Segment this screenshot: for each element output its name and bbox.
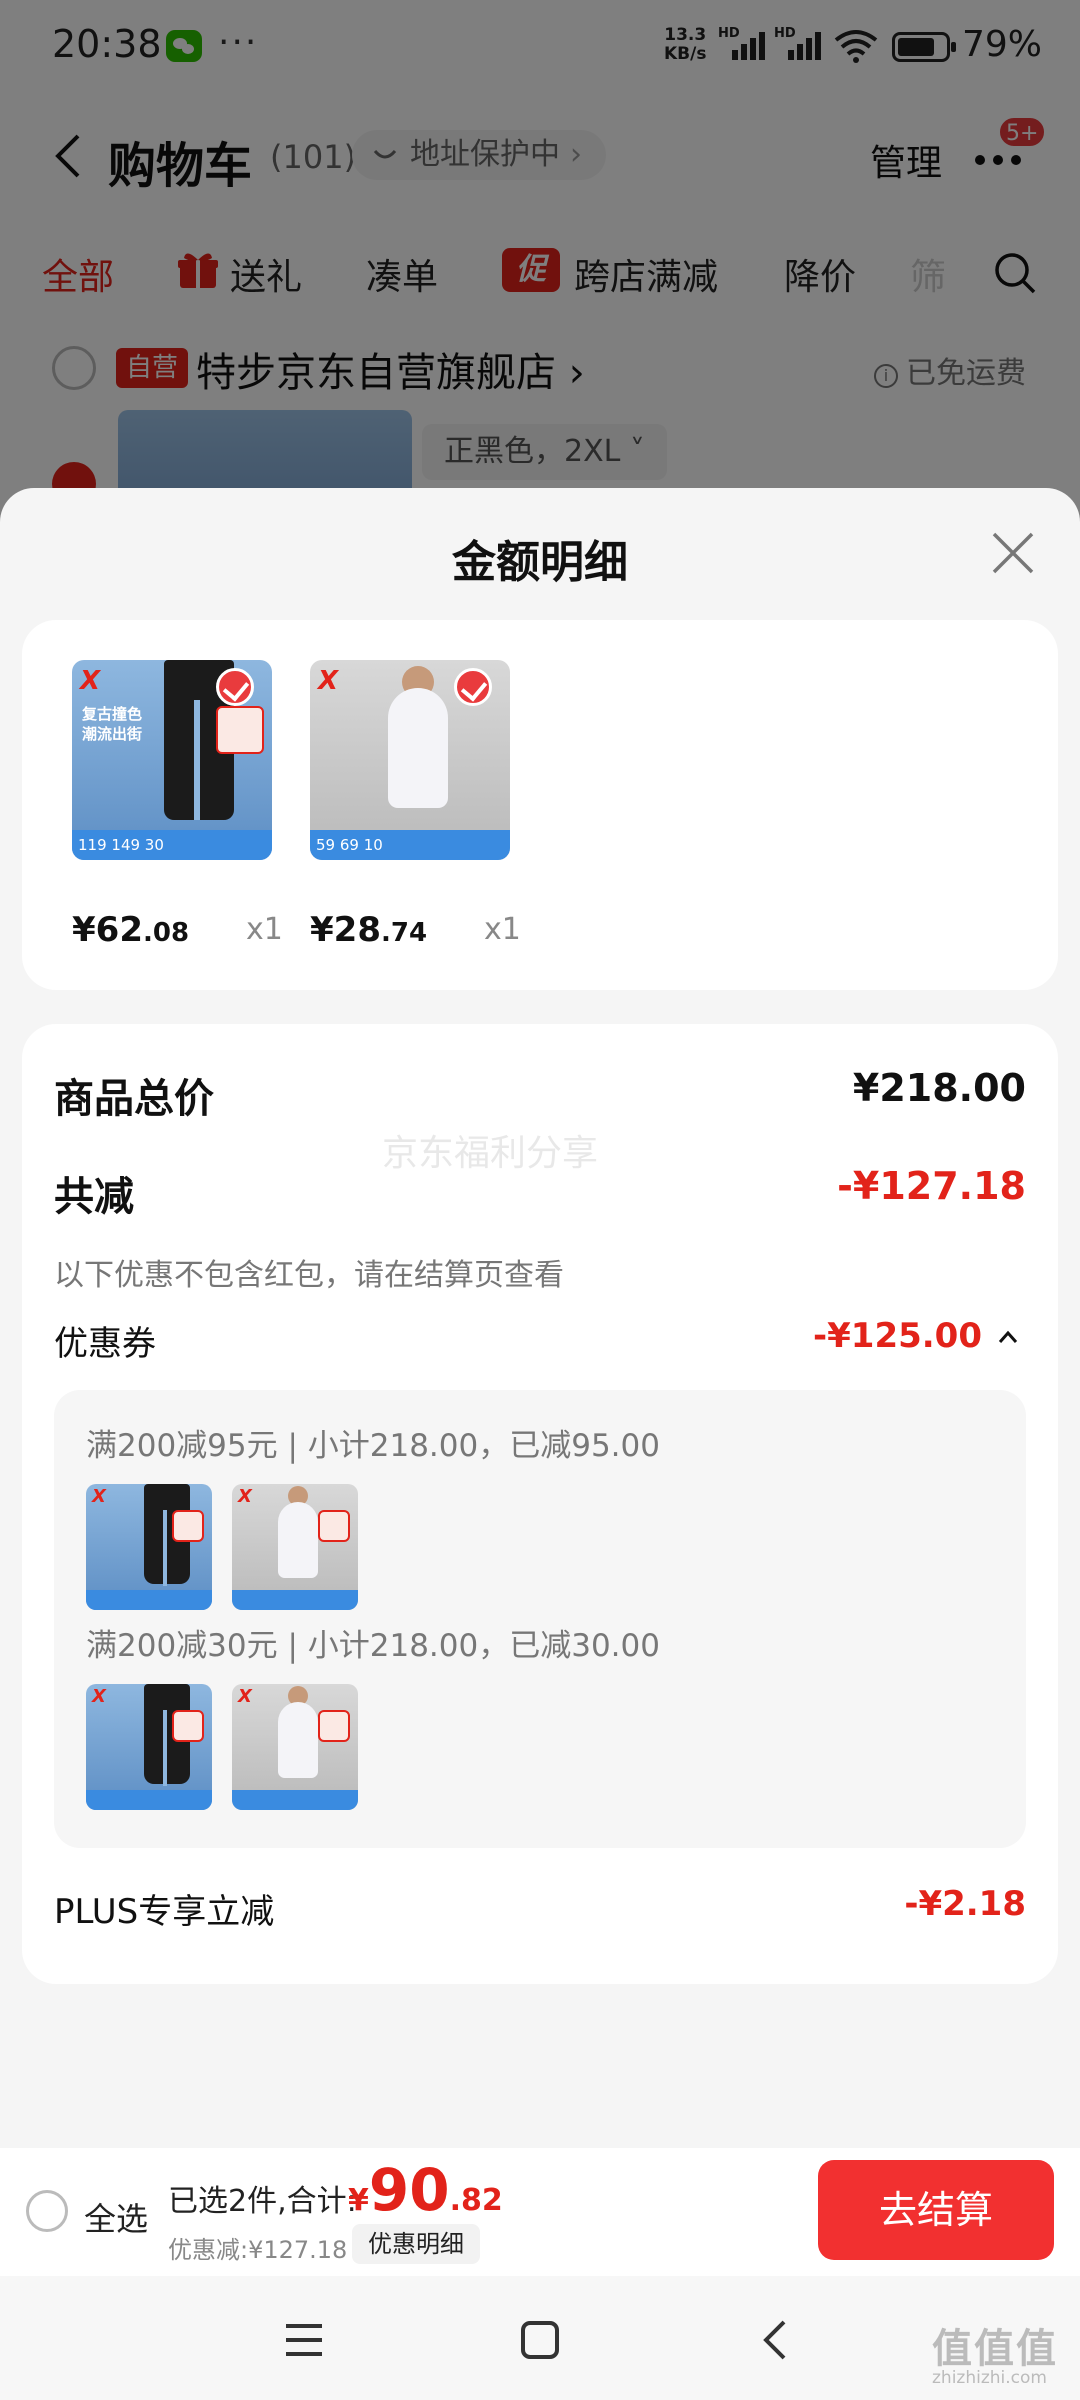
home-icon[interactable]: [518, 2318, 562, 2362]
product-image-tee: X 59 69 10: [310, 660, 510, 860]
product-item[interactable]: X 复古撞色 潮流出街 119 149 30 ¥62.08 x1: [72, 660, 283, 950]
brand-logo: X: [92, 1486, 106, 1507]
plus-discount-label: PLUS专享立减: [54, 1892, 275, 1932]
coupon-product-thumb: X: [86, 1684, 212, 1810]
product-price: ¥28.74: [310, 910, 427, 950]
total-currency: ¥: [348, 2183, 369, 2218]
promo-sticker: [172, 1710, 204, 1742]
selected-products-card: X 复古撞色 潮流出街 119 149 30 ¥62.08 x1 X 59 69…: [22, 620, 1058, 990]
coupon-detail-box: 满200减95元 | 小计218.00，已减95.00 X X 满200减30元…: [54, 1390, 1026, 1848]
coupon-product-thumb: X: [232, 1684, 358, 1810]
total-integer: 90: [368, 2156, 450, 2224]
product-price: ¥62.08: [72, 910, 189, 950]
price-breakdown-card: 京东福利分享 商品总价 ¥218.00 共减 -¥127.18 以下优惠不包含红…: [22, 1024, 1058, 1984]
total-price-label: 商品总价: [54, 1076, 214, 1122]
system-nav-bar: 值值值 zhizhizhi.com: [0, 2276, 1080, 2400]
discount-detail-button[interactable]: 优惠明细: [352, 2224, 480, 2264]
brand-logo: X: [238, 1686, 252, 1707]
sheet-title: 金额明细: [452, 537, 628, 588]
select-all-radio[interactable]: [26, 2190, 68, 2232]
total-decimal: .82: [449, 2183, 503, 2218]
product-qty: x1: [246, 912, 283, 947]
model-figure: [278, 1702, 318, 1778]
product-image-strip: 59 69 10: [310, 830, 510, 860]
coupon-rule: 满200减95元 | 小计218.00，已减95.00: [86, 1428, 660, 1464]
site-domain: zhizhizhi.com: [932, 2368, 1047, 2388]
model-figure: [278, 1502, 318, 1578]
watermark-text: 京东福利分享: [382, 1133, 599, 1174]
total-reduction-value: -¥127.18: [837, 1164, 1026, 1208]
brand-logo: X: [92, 1686, 106, 1707]
mini-strip: [232, 1590, 358, 1610]
mini-strip: [86, 1790, 212, 1810]
product-image-pants: X 复古撞色 潮流出街 119 149 30: [72, 660, 272, 860]
coupon-product-thumb: X: [232, 1484, 358, 1610]
product-price-int: ¥62: [72, 910, 143, 950]
coupon-rule: 满200减30元 | 小计218.00，已减30.00: [86, 1628, 660, 1664]
product-qty: x1: [484, 912, 521, 947]
selected-summary: 已选2件,合计:: [168, 2184, 357, 2219]
product-price-dec: .08: [142, 918, 190, 948]
selected-check-icon: [454, 668, 492, 706]
back-icon[interactable]: [754, 2318, 798, 2362]
plus-discount-value: -¥2.18: [904, 1884, 1026, 1924]
coupon-product-thumb: X: [86, 1484, 212, 1610]
total-amount: ¥90.82: [348, 2156, 503, 2224]
brand-logo: X: [318, 666, 339, 696]
brand-logo: X: [238, 1486, 252, 1507]
site-watermark: 值值值: [932, 2326, 1058, 2372]
discount-summary: 优惠减:¥127.18: [168, 2236, 348, 2264]
coupon-value[interactable]: -¥125.00: [813, 1316, 982, 1356]
product-image-strip: 119 149 30: [72, 830, 272, 860]
total-reduction-label: 共减: [54, 1174, 134, 1220]
product-price-int: ¥28: [310, 910, 381, 950]
select-all-label[interactable]: 全选: [84, 2194, 148, 2240]
dim-overlay[interactable]: [0, 0, 1080, 540]
mini-strip: [232, 1790, 358, 1810]
chevron-up-icon[interactable]: [998, 1330, 1018, 1344]
checkout-button[interactable]: 去结算: [818, 2160, 1054, 2260]
brand-logo: X: [80, 666, 101, 696]
checkout-bar: 全选 已选2件,合计: ¥90.82 优惠减:¥127.18 优惠明细 去结算: [0, 2148, 1080, 2276]
promo-sticker: [172, 1510, 204, 1542]
menu-icon[interactable]: [282, 2318, 326, 2362]
promo-sticker: [216, 706, 264, 754]
amount-detail-sheet: 金额明细 X 复古撞色 潮流出街 119 149 30 ¥62.08 x1 X: [0, 488, 1080, 2400]
reduction-note: 以下优惠不包含红包，请在结算页查看: [54, 1258, 564, 1293]
close-icon[interactable]: [990, 530, 1036, 576]
selected-check-icon: [216, 668, 254, 706]
product-price-dec: .74: [380, 918, 428, 948]
model-figure: [388, 688, 448, 808]
coupon-label[interactable]: 优惠券: [54, 1316, 156, 1365]
promo-sticker: [318, 1710, 350, 1742]
total-price-value: ¥218.00: [852, 1066, 1026, 1110]
promo-sticker: [318, 1510, 350, 1542]
mini-strip: [86, 1590, 212, 1610]
product-image-caption: 复古撞色 潮流出街: [82, 705, 143, 743]
product-item[interactable]: X 59 69 10 ¥28.74 x1: [310, 660, 521, 950]
